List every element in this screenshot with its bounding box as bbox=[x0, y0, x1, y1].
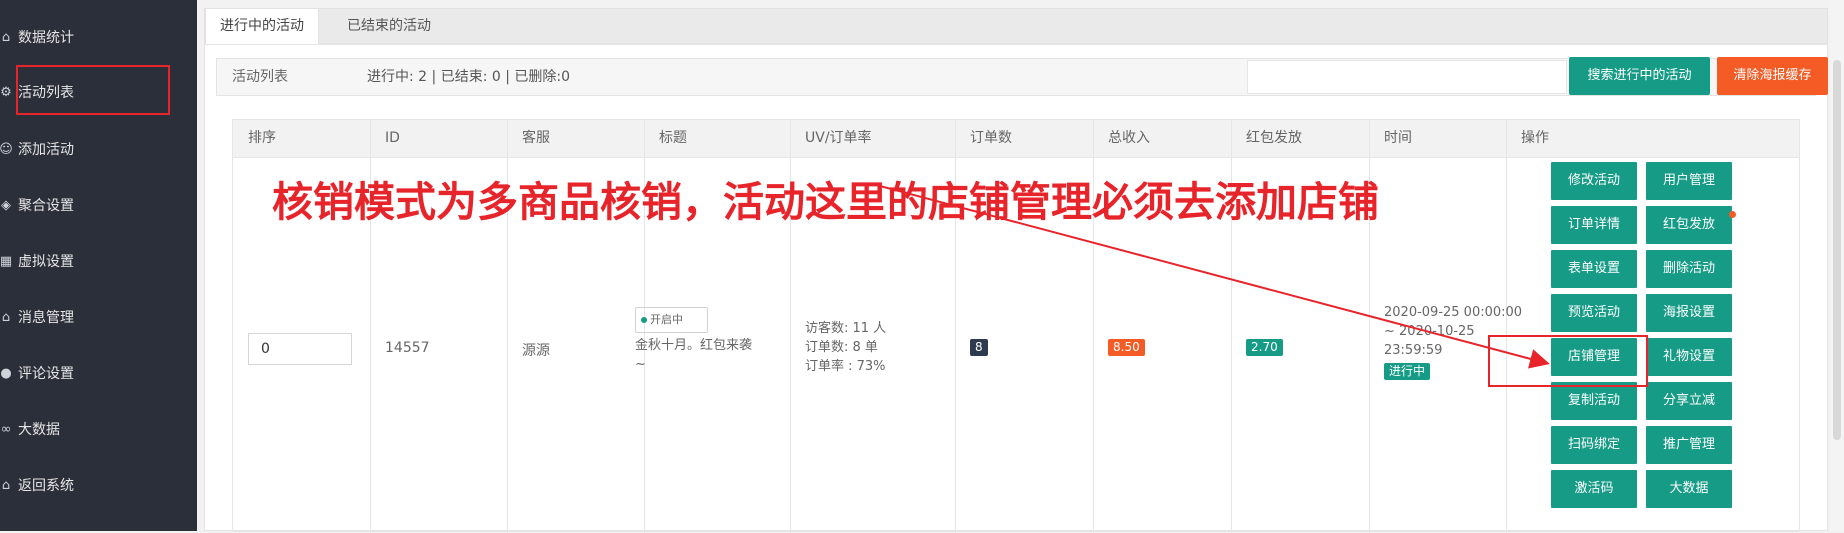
header-uv-rate: UV/订单率 bbox=[805, 130, 872, 146]
tab-bar: 进行中的活动 已结束的活动 bbox=[204, 8, 1828, 44]
status-chip: 开启中 bbox=[635, 307, 708, 333]
order-details-button[interactable]: 订单详情 bbox=[1551, 206, 1637, 244]
header-income: 总收入 bbox=[1108, 130, 1150, 146]
uv-visitors: 访客数: 11 人 bbox=[805, 321, 887, 336]
home-icon: ⌂ bbox=[1, 29, 11, 45]
big-data-button[interactable]: 大数据 bbox=[1646, 470, 1732, 508]
status-dot-icon bbox=[641, 317, 647, 323]
header-time: 时间 bbox=[1384, 130, 1412, 146]
form-settings-button[interactable]: 表单设置 bbox=[1551, 250, 1637, 288]
activation-code-button[interactable]: 激活码 bbox=[1551, 470, 1637, 508]
status-chip-label: 开启中 bbox=[650, 313, 683, 326]
user-management-button[interactable]: 用户管理 bbox=[1646, 162, 1732, 200]
search-ongoing-button[interactable]: 搜索进行中的活动 bbox=[1569, 57, 1710, 95]
home-icon: ⌂ bbox=[1, 309, 11, 325]
notification-dot bbox=[1729, 211, 1736, 218]
annotation-highlight-box-store bbox=[1488, 335, 1648, 387]
user-icon: ☺ bbox=[0, 141, 13, 157]
sidebar-item-label: 大数据 bbox=[18, 422, 60, 438]
sidebar-item-label: 聚合设置 bbox=[18, 198, 74, 214]
header-service: 客服 bbox=[522, 130, 550, 146]
sidebar-item-aggregate-settings[interactable]: ◈ 聚合设置 bbox=[0, 190, 74, 220]
sidebar-item-label: 虚拟设置 bbox=[18, 254, 74, 270]
sidebar-item-virtual-settings[interactable]: ▦ 虚拟设置 bbox=[0, 246, 74, 276]
order-input[interactable] bbox=[248, 333, 352, 365]
copy-activity-button[interactable]: 复制活动 bbox=[1551, 382, 1637, 420]
income-badge: 8.50 bbox=[1108, 339, 1145, 356]
tab-ongoing-activities[interactable]: 进行中的活动 bbox=[205, 9, 319, 44]
activity-panel: 活动列表 进行中: 2 | 已结束: 0 | 已删除:0 搜索进行中的活动 清除… bbox=[204, 44, 1828, 533]
header-id: ID bbox=[385, 130, 400, 146]
scrollbar-thumb[interactable] bbox=[1833, 60, 1841, 440]
search-input[interactable] bbox=[1247, 60, 1567, 94]
sidebar-item-comment-settings[interactable]: ● 评论设置 bbox=[0, 358, 74, 388]
header-redpacket: 红包发放 bbox=[1246, 130, 1302, 146]
sidebar-item-return-system[interactable]: ⌂ 返回系统 bbox=[0, 470, 74, 500]
grid-icon: ▦ bbox=[0, 253, 13, 269]
sidebar-item-add-activity[interactable]: ☺ 添加活动 bbox=[0, 134, 74, 164]
panel-title: 活动列表 bbox=[232, 69, 288, 85]
uv-orders: 订单数: 8 单 bbox=[805, 340, 878, 355]
sidebar-item-label: 评论设置 bbox=[18, 366, 74, 382]
sidebar-item-label: 数据统计 bbox=[18, 30, 74, 46]
share-discount-button[interactable]: 分享立减 bbox=[1646, 382, 1732, 420]
link-icon: ∞ bbox=[0, 421, 12, 437]
promotion-management-button[interactable]: 推广管理 bbox=[1646, 426, 1732, 464]
header-actions: 操作 bbox=[1521, 130, 1549, 146]
chat-icon: ● bbox=[0, 365, 12, 381]
header-title: 标题 bbox=[659, 130, 687, 146]
uv-order-rate: 订单率 : 73% bbox=[805, 359, 886, 374]
table-header: 排序 ID 客服 标题 UV/订单率 订单数 总收入 红包发放 时间 操作 bbox=[233, 120, 1799, 158]
activity-title: 金秋十月。红包来袭~ bbox=[635, 338, 753, 372]
time-status-badge: 进行中 bbox=[1384, 363, 1431, 380]
poster-settings-button[interactable]: 海报设置 bbox=[1646, 294, 1732, 332]
header-order: 排序 bbox=[248, 130, 276, 146]
customer-service: 源源 bbox=[522, 343, 550, 359]
activity-stats: 进行中: 2 | 已结束: 0 | 已删除:0 bbox=[367, 69, 571, 85]
preview-activity-button[interactable]: 预览活动 bbox=[1551, 294, 1637, 332]
sidebar-item-label: 添加活动 bbox=[18, 142, 74, 158]
annotation-highlight-box-sidebar bbox=[16, 65, 170, 115]
gear-icon: ⚙ bbox=[0, 84, 12, 100]
qr-binding-button[interactable]: 扫码绑定 bbox=[1551, 426, 1637, 464]
redpacket-send-button[interactable]: 红包发放 bbox=[1646, 206, 1732, 244]
sidebar-item-big-data[interactable]: ∞ 大数据 bbox=[0, 414, 60, 444]
cube-icon: ◈ bbox=[1, 197, 11, 213]
activity-id: 14557 bbox=[385, 340, 430, 356]
home-icon: ⌂ bbox=[1, 477, 11, 493]
annotation-text: 核销模式为多商品核销，活动这里的店铺管理必须去添加店铺 bbox=[272, 178, 1379, 226]
redpacket-badge: 2.70 bbox=[1246, 339, 1283, 356]
gift-settings-button[interactable]: 礼物设置 bbox=[1646, 338, 1732, 376]
header-orders: 订单数 bbox=[970, 130, 1012, 146]
sidebar-item-label: 消息管理 bbox=[18, 310, 74, 326]
clear-poster-cache-button[interactable]: 清除海报缓存 bbox=[1717, 57, 1828, 95]
sidebar-item-stats[interactable]: ⌂ 数据统计 bbox=[0, 22, 74, 52]
delete-activity-button[interactable]: 删除活动 bbox=[1646, 250, 1732, 288]
sidebar-item-message-management[interactable]: ⌂ 消息管理 bbox=[0, 302, 74, 332]
sidebar-item-label: 返回系统 bbox=[18, 478, 74, 494]
orders-badge: 8 bbox=[970, 339, 988, 356]
edit-activity-button[interactable]: 修改活动 bbox=[1551, 162, 1637, 200]
panel-header: 活动列表 进行中: 2 | 已结束: 0 | 已删除:0 搜索进行中的活动 清除… bbox=[216, 57, 1828, 96]
tab-ended-activities[interactable]: 已结束的活动 bbox=[333, 9, 445, 44]
